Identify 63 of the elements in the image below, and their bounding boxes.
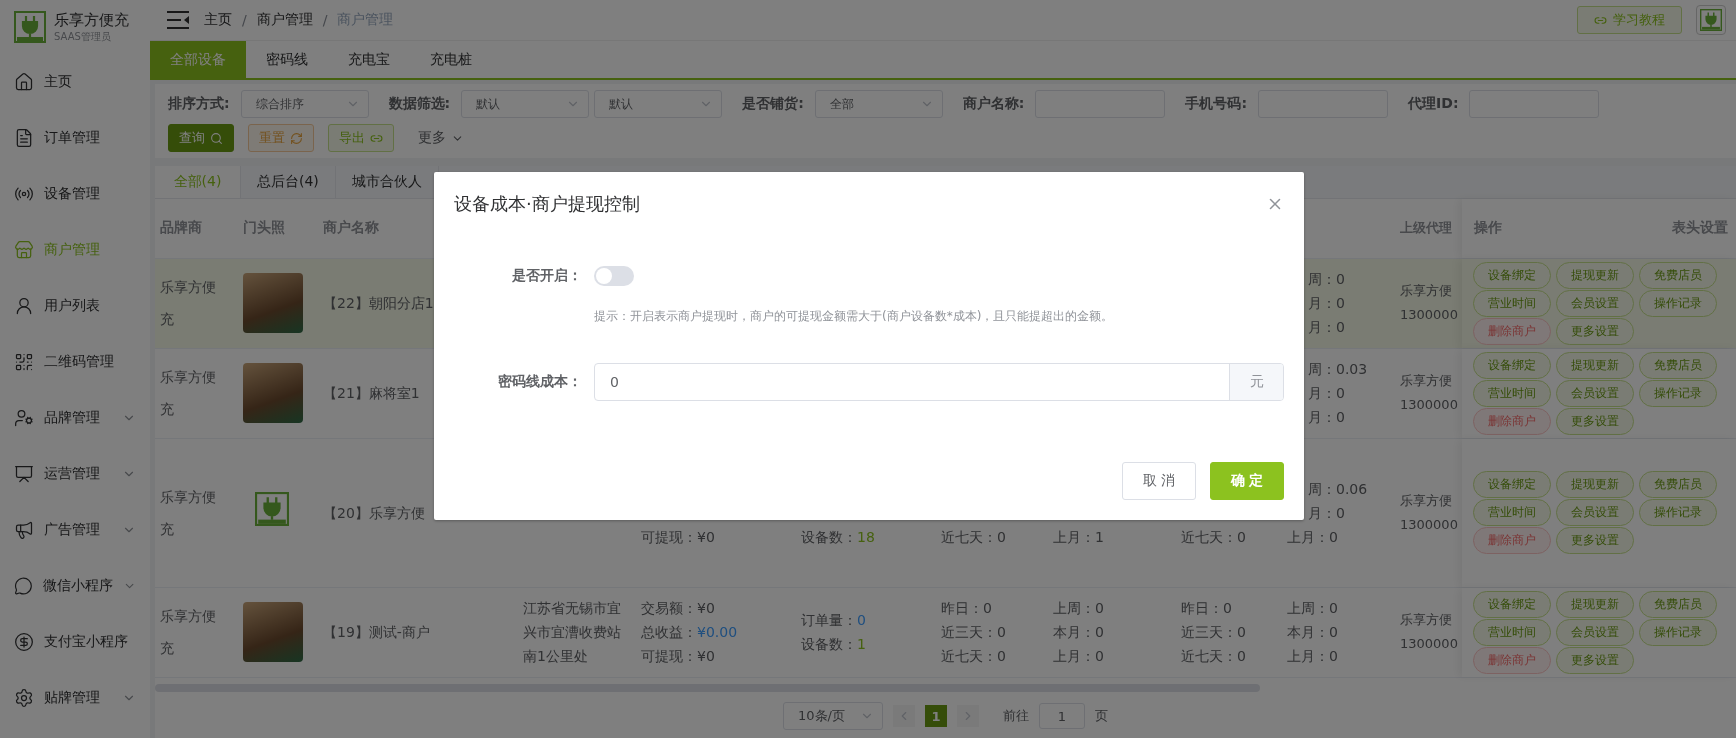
stat-line: 上月：0 xyxy=(1287,647,1338,667)
stat-line: 上月：0 xyxy=(1287,527,1338,547)
stat-line: 月：0 xyxy=(1307,318,1345,338)
stat-line: 总收益：¥0.00 xyxy=(641,623,738,643)
stat-line: 可提现：¥0 xyxy=(641,527,715,547)
stat-line: 设备数：18 xyxy=(801,527,875,547)
filter-label: 代理ID: xyxy=(1408,95,1459,113)
field-label: 密码线成本： xyxy=(497,373,582,391)
merchant-name: 【21】麻将室1 xyxy=(323,384,420,404)
stat-line: 昨日：0 xyxy=(941,599,992,619)
table-cell-text: 1300000 xyxy=(1400,396,1458,415)
stat-line: 近七天：0 xyxy=(941,527,1006,547)
breadcrumb-separator: / xyxy=(242,12,247,28)
stat-line: 近七天：0 xyxy=(941,647,1006,667)
table-cell-text: 乐享方便 xyxy=(1400,282,1452,301)
stat-line: 订单量：0 xyxy=(801,611,866,631)
stat-line: 昨日：0 xyxy=(1181,599,1232,619)
stat-line: 设备数：1 xyxy=(801,635,866,655)
stat-line: 近七天：0 xyxy=(1181,647,1246,667)
stat-line: 可提现：¥0 xyxy=(641,647,715,667)
stat-line: 交易额：¥0 xyxy=(641,599,715,619)
page-unit: 页 xyxy=(1095,707,1108,725)
table-cell-text: 乐享方便 xyxy=(1400,611,1452,630)
filter-label: 是否铺货: xyxy=(742,95,804,113)
stat-line: 周：0.03 xyxy=(1307,360,1368,380)
stat-line: 月：0 xyxy=(1307,408,1345,428)
stat-line: 上月：1 xyxy=(1053,527,1104,547)
stat-line: 月：0 xyxy=(1307,294,1345,314)
stat-line: 上周：0 xyxy=(1287,599,1338,619)
brand-name: 乐享方便充 xyxy=(54,10,129,30)
goto-label: 前往 xyxy=(1003,707,1029,725)
table-cell-text: 1300000 xyxy=(1400,306,1458,325)
stat-line: 近三天：0 xyxy=(941,623,1006,643)
table-cell-text: 1300000 xyxy=(1400,635,1458,654)
filter-label: 手机号码: xyxy=(1185,95,1248,113)
stat-line: 上周：0 xyxy=(1053,599,1104,619)
table-cell-text: 乐享方便 xyxy=(1400,372,1452,391)
table-cell-text: 乐享方便充 xyxy=(160,278,217,330)
table-cell-text: 乐享方便充 xyxy=(160,487,217,539)
merchant-name: 【19】测试-商户 xyxy=(323,623,430,643)
dialog-title: 设备成本·商户提现控制 xyxy=(454,192,640,216)
stat-line: 周：0.06 xyxy=(1307,479,1368,499)
stat-line: 本月：0 xyxy=(1053,623,1104,643)
table-cell-text: 1300000 xyxy=(1400,515,1458,534)
merchant-name: 【22】朝阳分店1 xyxy=(323,294,434,314)
field-label: 是否开启： xyxy=(511,267,582,285)
table-cell-text: 乐享方便充 xyxy=(160,607,217,659)
hint-text: 提示：开启表示商户提现时，商户的可提现金额需大于(商户设备数*成本)，且只能提超出的金额。 xyxy=(594,308,1115,325)
stat-line: 月：0 xyxy=(1307,384,1345,404)
filter-label: 数据筛选: xyxy=(388,95,451,113)
stat-line: 上月：0 xyxy=(1053,647,1104,667)
stat-line: 月：0 xyxy=(1307,503,1345,523)
stat-line: 本月：0 xyxy=(1287,623,1338,643)
merchant-name: 【20】乐享方便 xyxy=(323,503,425,523)
address-text: 江苏省无锡市宜兴市宜漕收费站南1公里处 xyxy=(523,599,622,667)
filter-label: 商户名称: xyxy=(962,95,1025,113)
filter-label: 排序方式: xyxy=(168,95,230,113)
stat-line: 近三天：0 xyxy=(1181,623,1246,643)
table-cell-text: 乐享方便 xyxy=(1400,491,1452,510)
stat-line: 近七天：0 xyxy=(1181,527,1246,547)
stat-line: 周：0 xyxy=(1307,270,1345,290)
breadcrumb-separator: / xyxy=(322,12,328,28)
table-cell-text: 乐享方便充 xyxy=(160,368,217,420)
